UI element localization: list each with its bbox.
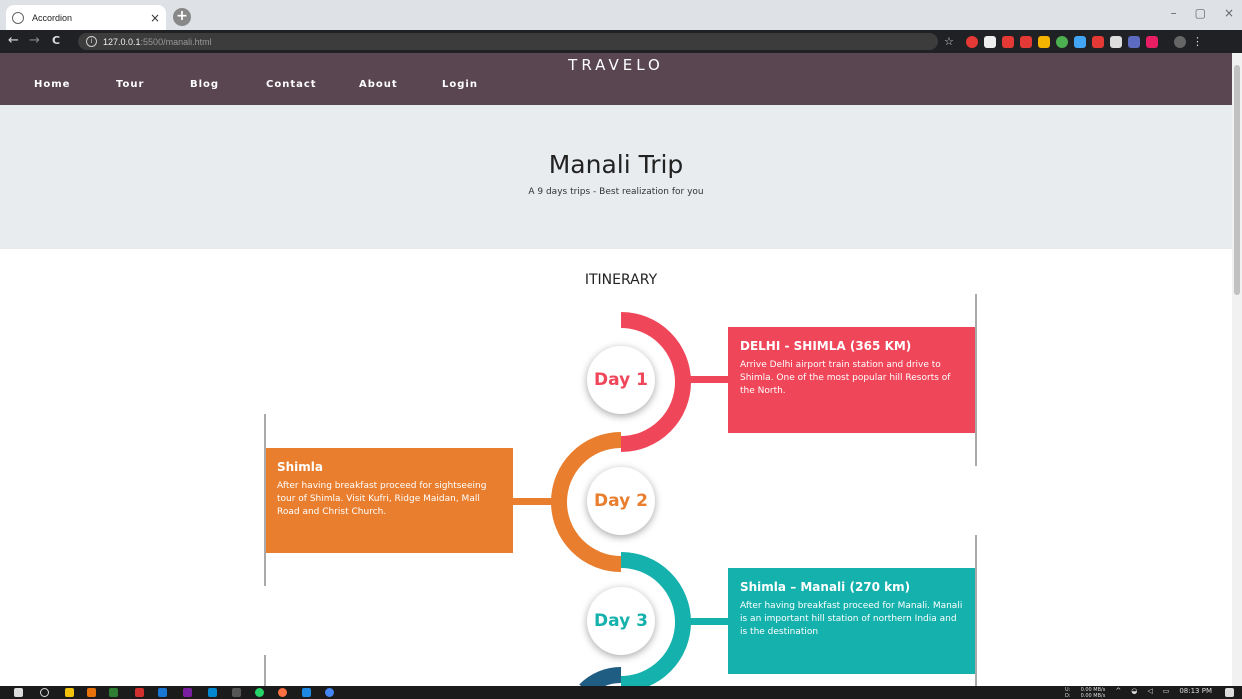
day-3-circle[interactable]: Day 3 xyxy=(587,587,655,655)
day-2-heading: Shimla xyxy=(277,460,324,474)
day-2-text: After having breakfast proceed for sight… xyxy=(277,481,487,517)
day-2-circle[interactable]: Day 2 xyxy=(587,467,655,535)
edge-icon[interactable] xyxy=(208,688,217,697)
day-1-heading: DELHI - SHIMLA (365 KM) xyxy=(740,339,912,353)
scrollbar-thumb[interactable] xyxy=(1234,65,1240,295)
firefox-icon[interactable] xyxy=(278,688,287,697)
day-2-connector xyxy=(512,498,560,505)
file-explorer-icon[interactable] xyxy=(65,688,74,697)
page-scrollbar[interactable] xyxy=(1232,53,1242,686)
day-2-divider xyxy=(264,414,266,586)
app-icon[interactable] xyxy=(232,688,241,697)
day-3-divider xyxy=(975,535,977,686)
chevron-up-icon[interactable]: ^ xyxy=(1115,687,1121,699)
os-taskbar: U: D: 0.00 MB/s 0.00 MB/s ^ ◒ ◁ ▭ 08:13 … xyxy=(0,686,1242,699)
vscode-icon[interactable] xyxy=(302,688,311,697)
day-3-connector xyxy=(683,618,729,625)
whatsapp-icon[interactable] xyxy=(255,688,264,697)
network-speed: 0.00 MB/s 0.00 MB/s xyxy=(1080,687,1106,699)
day-3-heading: Shimla – Manali (270 km) xyxy=(740,580,911,594)
notification-icon[interactable] xyxy=(1225,688,1234,697)
day-4-divider xyxy=(264,655,266,686)
app-icon[interactable] xyxy=(87,688,96,697)
app-icon[interactable] xyxy=(109,688,118,697)
app-icon[interactable] xyxy=(135,688,144,697)
day-1-circle[interactable]: Day 1 xyxy=(587,346,655,414)
day-1-card[interactable]: DELHI - SHIMLA (365 KM) Arrive Delhi air… xyxy=(728,327,976,433)
search-icon[interactable] xyxy=(40,688,49,697)
network-speed-labels: U: D: xyxy=(1065,687,1071,699)
day-2-card[interactable]: Shimla After having breakfast proceed fo… xyxy=(265,448,513,553)
clock[interactable]: 08:13 PM xyxy=(1179,687,1212,699)
windows-start-icon[interactable] xyxy=(14,688,23,697)
app-icon[interactable] xyxy=(183,688,192,697)
app-icon[interactable] xyxy=(158,688,167,697)
day-3-card[interactable]: Shimla – Manali (270 km) After having br… xyxy=(728,568,976,674)
day-3-text: After having breakfast proceed for Manal… xyxy=(740,601,963,637)
day-1-connector xyxy=(683,376,729,383)
volume-icon[interactable]: ◁ xyxy=(1147,687,1152,699)
day-1-text: Arrive Delhi airport train station and d… xyxy=(740,360,951,396)
system-tray: U: D: 0.00 MB/s 0.00 MB/s ^ ◒ ◁ ▭ 08:13 … xyxy=(1065,687,1212,699)
chrome-icon[interactable] xyxy=(325,688,334,697)
wifi-icon[interactable]: ◒ xyxy=(1131,687,1137,699)
day-1-divider xyxy=(975,294,977,466)
keyboard-icon[interactable]: ▭ xyxy=(1163,687,1170,699)
